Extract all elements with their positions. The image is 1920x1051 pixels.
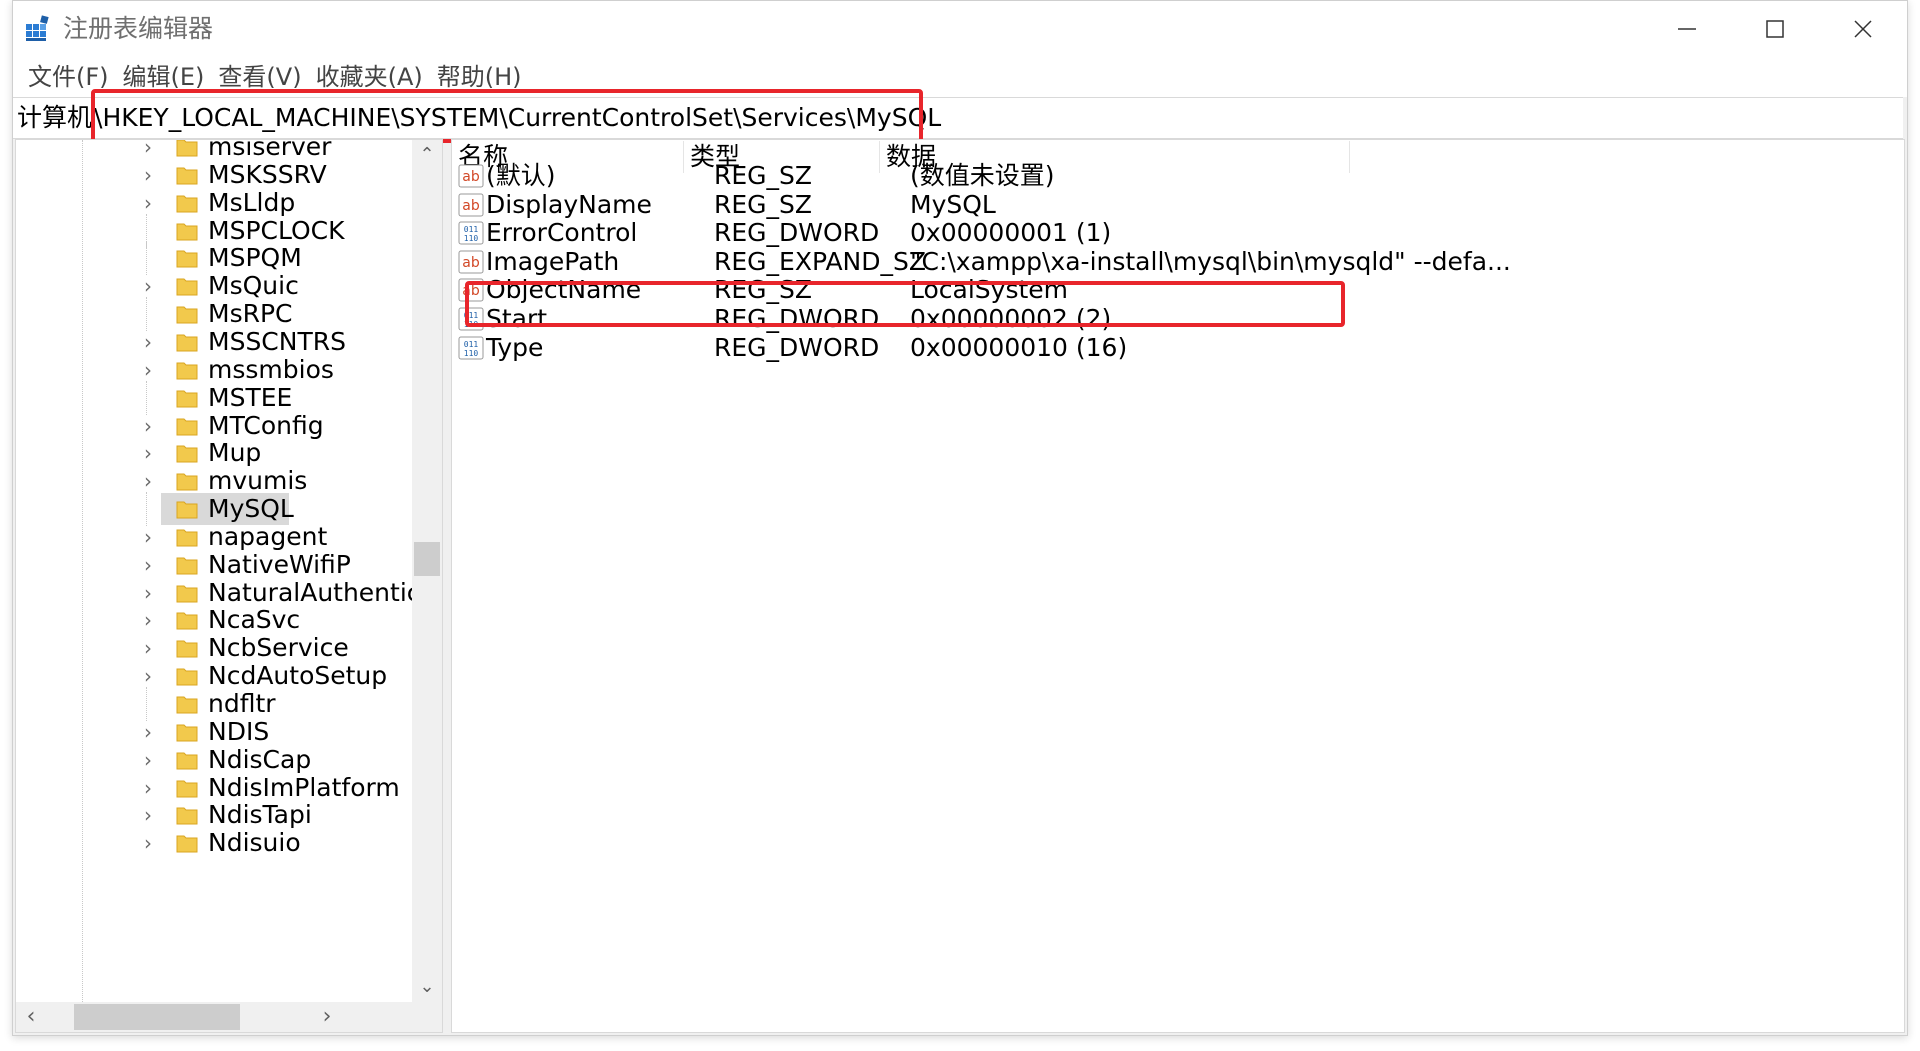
- folder-icon: [176, 416, 198, 436]
- folder-icon: [176, 221, 198, 241]
- window-title: 注册表编辑器: [63, 14, 214, 43]
- folder-icon: [176, 499, 198, 519]
- chevron-right-icon[interactable]: ›: [136, 357, 160, 383]
- svg-text:011: 011: [464, 311, 479, 320]
- tree-item-label: Ndisuio: [208, 828, 301, 858]
- menu-help[interactable]: 帮助(H): [430, 58, 529, 96]
- svg-text:ab: ab: [462, 283, 480, 299]
- chevron-right-icon[interactable]: ›: [136, 273, 160, 299]
- minimize-button[interactable]: [1643, 1, 1731, 57]
- values-list-pane: 名称 类型 数据 ab (默认) REG_SZ (数值未设置) ab DisplayNam…: [451, 139, 1905, 1033]
- menu-favorites[interactable]: 收藏夹(A): [309, 58, 430, 96]
- string-value-icon: ab: [458, 249, 484, 275]
- string-value-icon: ab: [458, 163, 484, 189]
- maximize-button[interactable]: [1731, 1, 1819, 57]
- binary-value-icon: 011 110: [458, 220, 484, 246]
- folder-icon: [176, 722, 198, 742]
- registry-editor-window: 注册表编辑器 文件(F) 编辑(E) 查看(V) 收藏夹(A) 帮助(H) 计算…: [12, 0, 1908, 1036]
- menu-bar: 文件(F) 编辑(E) 查看(V) 收藏夹(A) 帮助(H): [13, 57, 1907, 97]
- menu-view[interactable]: 查看(V): [211, 58, 308, 96]
- svg-text:ab: ab: [462, 169, 480, 185]
- chevron-right-icon[interactable]: ›: [136, 830, 160, 856]
- folder-icon: [176, 778, 198, 798]
- folder-icon: [176, 471, 198, 491]
- chevron-right-icon[interactable]: ›: [136, 580, 160, 606]
- folder-icon: [176, 360, 198, 380]
- chevron-right-icon[interactable]: ›: [136, 802, 160, 828]
- folder-icon: [176, 666, 198, 686]
- folder-icon: [176, 555, 198, 575]
- menu-edit[interactable]: 编辑(E): [116, 58, 212, 96]
- chevron-right-icon[interactable]: ›: [136, 635, 160, 661]
- chevron-right-icon[interactable]: ›: [136, 719, 160, 745]
- chevron-right-icon[interactable]: ›: [136, 329, 160, 355]
- folder-icon: [176, 833, 198, 853]
- scroll-up-icon[interactable]: ⌃: [412, 140, 442, 170]
- folder-icon: [176, 583, 198, 603]
- tree-item[interactable]: › Ndisuio: [16, 826, 412, 860]
- tree-horizontal-scrollbar[interactable]: ‹ ›: [16, 1002, 442, 1032]
- menu-file[interactable]: 文件(F): [21, 58, 116, 96]
- folder-icon: [176, 140, 198, 157]
- string-value-icon: ab: [458, 192, 484, 218]
- scroll-down-icon[interactable]: ⌄: [412, 972, 442, 1002]
- chevron-right-icon[interactable]: ›: [136, 552, 160, 578]
- chevron-right-icon[interactable]: ›: [136, 607, 160, 633]
- value-name-cell: Type: [486, 332, 544, 362]
- tree-horizontal-scroll-thumb[interactable]: [74, 1004, 240, 1030]
- chevron-right-icon[interactable]: ›: [136, 663, 160, 689]
- binary-value-icon: 011 110: [458, 306, 484, 332]
- chevron-right-icon[interactable]: ›: [136, 413, 160, 439]
- folder-icon: [176, 248, 198, 268]
- folder-icon: [176, 750, 198, 770]
- address-bar[interactable]: 计算机 \HKEY_LOCAL_MACHINE\SYSTEM\CurrentCon…: [13, 97, 1903, 139]
- folder-icon: [176, 610, 198, 630]
- minimize-icon: [1678, 28, 1696, 30]
- registry-editor-icon: [26, 15, 49, 41]
- folder-icon: [176, 193, 198, 213]
- folder-icon: [176, 638, 198, 658]
- folder-icon: [176, 276, 198, 296]
- value-row[interactable]: 011 110 Type REG_DWORD 0x00000010 (16): [452, 330, 1552, 365]
- folder-icon: [176, 388, 198, 408]
- close-icon: [1854, 20, 1872, 38]
- chevron-right-icon[interactable]: ›: [136, 747, 160, 773]
- chevron-right-icon[interactable]: ›: [136, 190, 160, 216]
- chevron-right-icon[interactable]: ›: [136, 524, 160, 550]
- maximize-icon: [1766, 20, 1784, 38]
- folder-icon: [176, 332, 198, 352]
- address-path[interactable]: \HKEY_LOCAL_MACHINE\SYSTEM\CurrentContro…: [92, 102, 941, 134]
- svg-text:011: 011: [464, 340, 479, 349]
- folder-icon: [176, 527, 198, 547]
- svg-text:ab: ab: [462, 255, 480, 271]
- folder-icon: [176, 805, 198, 825]
- close-button[interactable]: [1819, 1, 1907, 57]
- tree-vertical-scrollbar[interactable]: ⌃ ⌄: [412, 140, 442, 1002]
- svg-text:110: 110: [464, 349, 479, 358]
- scroll-left-icon[interactable]: ‹: [16, 1002, 46, 1032]
- svg-text:110: 110: [464, 320, 479, 329]
- value-data-cell: 0x00000010 (16): [910, 332, 1128, 362]
- string-value-icon: ab: [458, 277, 484, 303]
- svg-text:110: 110: [464, 234, 479, 243]
- value-type-cell: REG_DWORD: [714, 332, 880, 362]
- folder-icon: [176, 694, 198, 714]
- svg-text:ab: ab: [462, 198, 480, 214]
- folder-icon: [176, 443, 198, 463]
- chevron-right-icon[interactable]: ›: [136, 775, 160, 801]
- binary-value-icon: 011 110: [458, 335, 484, 361]
- svg-text:011: 011: [464, 225, 479, 234]
- tree-vertical-scroll-thumb[interactable]: [414, 542, 440, 576]
- address-root: 计算机: [17, 103, 93, 132]
- chevron-right-icon[interactable]: ›: [136, 440, 160, 466]
- key-tree-pane: › msiserver › MSKSSRV › MsLldp MSPCLOCK MSPQM › M…: [15, 139, 443, 1033]
- chevron-right-icon[interactable]: ›: [136, 468, 160, 494]
- chevron-right-icon[interactable]: ›: [136, 140, 160, 160]
- folder-icon: [176, 165, 198, 185]
- chevron-right-icon[interactable]: ›: [136, 162, 160, 188]
- title-bar[interactable]: 注册表编辑器: [13, 1, 1907, 57]
- folder-icon: [176, 304, 198, 324]
- scroll-right-icon[interactable]: ›: [312, 1002, 342, 1032]
